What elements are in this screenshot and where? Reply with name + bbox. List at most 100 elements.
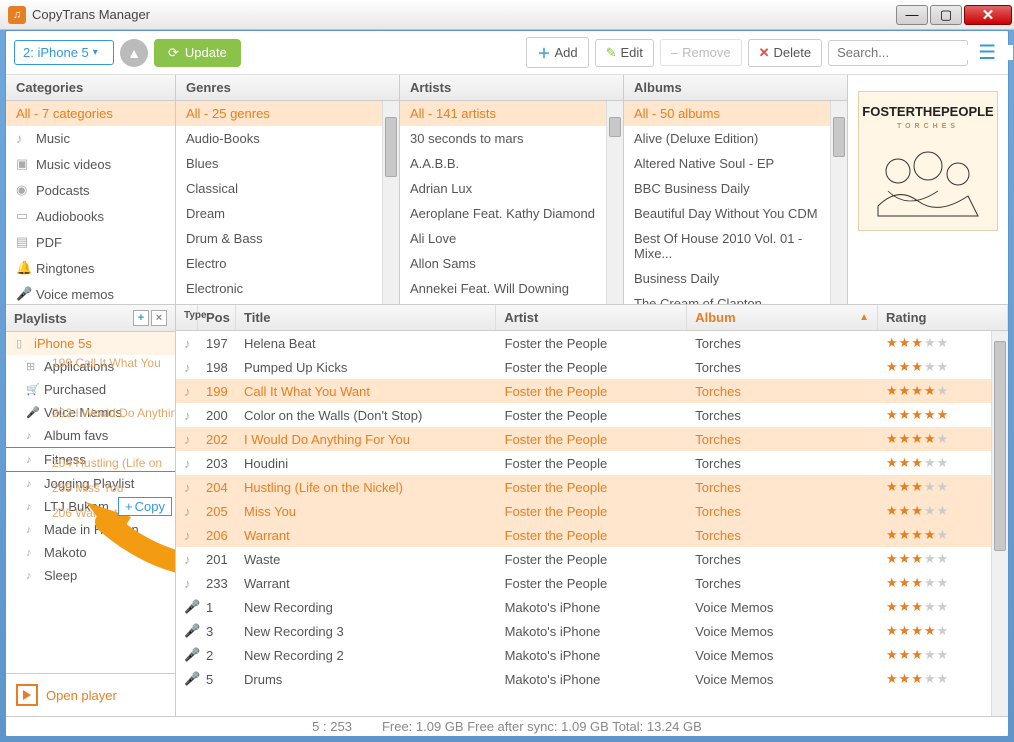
open-player-button[interactable]: Open player xyxy=(6,673,175,716)
table-row[interactable]: ♪197Helena BeatFoster the PeopleTorches★… xyxy=(176,331,1008,355)
track-rating[interactable]: ★★★★★ xyxy=(878,407,1008,423)
genres-list[interactable]: All - 25 genres Audio-Books Blues Classi… xyxy=(176,101,399,304)
table-row[interactable]: ♪198Pumped Up KicksFoster the PeopleTorc… xyxy=(176,355,1008,379)
track-rating[interactable]: ★★★★★ xyxy=(878,671,1008,687)
list-item[interactable]: Audio-Books xyxy=(176,126,399,151)
table-row[interactable]: ♪205Miss YouFoster the PeopleTorches★★★★… xyxy=(176,499,1008,523)
playlist-makoto[interactable]: ♪Makoto xyxy=(6,541,175,564)
track-rating[interactable]: ★★★★★ xyxy=(878,623,1008,639)
playlist-jogging[interactable]: ♪Jogging Playlist xyxy=(6,472,175,495)
albums-list[interactable]: All - 50 albums Alive (Deluxe Edition) A… xyxy=(624,101,847,304)
th-pos[interactable]: Pos xyxy=(198,305,236,330)
add-button[interactable]: ＋Add xyxy=(526,37,588,68)
track-rating[interactable]: ★★★★★ xyxy=(878,335,1008,351)
playlist-sleep[interactable]: ♪Sleep xyxy=(6,564,175,587)
table-row[interactable]: ♪233WarrantFoster the PeopleTorches★★★★★ xyxy=(176,571,1008,595)
track-rating[interactable]: ★★★★★ xyxy=(878,383,1008,399)
update-button[interactable]: ⟳ Update xyxy=(154,39,241,67)
list-item[interactable]: Business Daily xyxy=(624,266,847,291)
th-album[interactable]: Album▲ xyxy=(687,305,878,330)
track-rating[interactable]: ★★★★★ xyxy=(878,431,1008,447)
table-row[interactable]: ♪201WasteFoster the PeopleTorches★★★★★ xyxy=(176,547,1008,571)
category-music[interactable]: ♪Music xyxy=(6,126,175,151)
categories-list[interactable]: All - 7 categories ♪Music ▣Music videos … xyxy=(6,101,175,304)
category-ringtones[interactable]: 🔔Ringtones xyxy=(6,255,175,281)
th-title[interactable]: Title xyxy=(236,305,496,330)
table-row[interactable]: ♪199Call It What You WantFoster the Peop… xyxy=(176,379,1008,403)
category-voice-memos[interactable]: 🎤Voice memos xyxy=(6,281,175,304)
tracks-list[interactable]: ♪197Helena BeatFoster the PeopleTorches★… xyxy=(176,331,1008,716)
list-item[interactable]: Altered Native Soul - EP xyxy=(624,151,847,176)
edit-button[interactable]: ✎Edit xyxy=(595,39,654,67)
table-row[interactable]: ♪202I Would Do Anything For YouFoster th… xyxy=(176,427,1008,451)
eject-button[interactable]: ▲ xyxy=(120,39,148,67)
scrollbar[interactable] xyxy=(382,101,399,304)
th-rating[interactable]: Rating xyxy=(878,305,1008,330)
list-item[interactable]: Annekei Feat. Will Downing xyxy=(400,276,623,301)
artist-all[interactable]: All - 141 artists xyxy=(400,101,623,126)
list-item[interactable]: Allon Sams xyxy=(400,251,623,276)
table-row[interactable]: 🎤5DrumsMakoto's iPhoneVoice Memos★★★★★ xyxy=(176,667,1008,691)
track-rating[interactable]: ★★★★★ xyxy=(878,527,1008,543)
playlist-made-in-heaven[interactable]: ♪Made in Heaven xyxy=(6,518,175,541)
track-rating[interactable]: ★★★★★ xyxy=(878,503,1008,519)
category-all[interactable]: All - 7 categories xyxy=(6,101,175,126)
list-item[interactable]: Ali Love xyxy=(400,226,623,251)
track-rating[interactable]: ★★★★★ xyxy=(878,551,1008,567)
playlist-voice-memos[interactable]: 🎤Voice Memos xyxy=(6,401,175,424)
playlist-root[interactable]: ▯iPhone 5s xyxy=(6,332,175,355)
minimize-button[interactable]: — xyxy=(896,5,928,25)
list-item[interactable]: Dream xyxy=(176,201,399,226)
list-item[interactable]: Electro xyxy=(176,251,399,276)
device-dropdown[interactable]: 2: iPhone 5 ▾ xyxy=(14,40,114,65)
list-item[interactable]: Alive (Deluxe Edition) xyxy=(624,126,847,151)
scrollbar[interactable] xyxy=(830,101,847,304)
playlists-list[interactable]: ▯iPhone 5s ⊞Applications 🛒Purchased 🎤Voi… xyxy=(6,332,175,673)
scrollbar[interactable] xyxy=(606,101,623,304)
table-row[interactable]: ♪206WarrantFoster the PeopleTorches★★★★★ xyxy=(176,523,1008,547)
delete-playlist-button[interactable]: × xyxy=(151,310,167,326)
track-rating[interactable]: ★★★★★ xyxy=(878,599,1008,615)
menu-button[interactable]: ☰ xyxy=(974,40,1000,65)
list-item[interactable]: A.A.B.B. xyxy=(400,151,623,176)
list-item[interactable]: 30 seconds to mars xyxy=(400,126,623,151)
th-artist[interactable]: Artist xyxy=(496,305,687,330)
category-podcasts[interactable]: ◉Podcasts xyxy=(6,177,175,203)
list-item[interactable]: Classical xyxy=(176,176,399,201)
list-item[interactable]: Best Of House 2010 Vol. 01 - Mixe... xyxy=(624,226,847,266)
table-row[interactable]: ♪200Color on the Walls (Don't Stop)Foste… xyxy=(176,403,1008,427)
list-item[interactable]: BBC Business Daily xyxy=(624,176,847,201)
table-row[interactable]: 🎤2New Recording 2Makoto's iPhoneVoice Me… xyxy=(176,643,1008,667)
list-item[interactable]: Beautiful Day Without You CDM xyxy=(624,201,847,226)
scrollbar[interactable] xyxy=(991,331,1008,716)
close-button[interactable]: ✕ xyxy=(964,5,1012,25)
table-row[interactable]: ♪204Hustling (Life on the Nickel)Foster … xyxy=(176,475,1008,499)
artists-list[interactable]: All - 141 artists 30 seconds to mars A.A… xyxy=(400,101,623,304)
album-all[interactable]: All - 50 albums xyxy=(624,101,847,126)
track-rating[interactable]: ★★★★★ xyxy=(878,359,1008,375)
category-music-videos[interactable]: ▣Music videos xyxy=(6,151,175,177)
table-row[interactable]: 🎤3New Recording 3Makoto's iPhoneVoice Me… xyxy=(176,619,1008,643)
add-playlist-button[interactable]: + xyxy=(133,310,149,326)
track-rating[interactable]: ★★★★★ xyxy=(878,479,1008,495)
list-item[interactable]: Electronic xyxy=(176,276,399,301)
delete-button[interactable]: ✕Delete xyxy=(748,39,822,67)
list-item[interactable]: The Cream of Clapton xyxy=(624,291,847,304)
table-row[interactable]: 🎤1New RecordingMakoto's iPhoneVoice Memo… xyxy=(176,595,1008,619)
track-rating[interactable]: ★★★★★ xyxy=(878,455,1008,471)
search-box[interactable]: 🔍 xyxy=(828,40,968,66)
th-type[interactable]: Type xyxy=(176,305,198,330)
playlist-applications[interactable]: ⊞Applications xyxy=(6,355,175,378)
category-audiobooks[interactable]: ▭Audiobooks xyxy=(6,203,175,229)
playlist-album-favs[interactable]: ♪Album favs xyxy=(6,424,175,447)
list-item[interactable]: Adrian Lux xyxy=(400,176,623,201)
maximize-button[interactable]: ▢ xyxy=(930,5,962,25)
playlist-fitness[interactable]: ♪Fitness xyxy=(6,447,175,472)
list-item[interactable]: Aeroplane Feat. Kathy Diamond xyxy=(400,201,623,226)
table-row[interactable]: ♪203HoudiniFoster the PeopleTorches★★★★★ xyxy=(176,451,1008,475)
track-rating[interactable]: ★★★★★ xyxy=(878,575,1008,591)
track-rating[interactable]: ★★★★★ xyxy=(878,647,1008,663)
list-item[interactable]: Drum & Bass xyxy=(176,226,399,251)
list-item[interactable]: Blues xyxy=(176,151,399,176)
playlist-purchased[interactable]: 🛒Purchased xyxy=(6,378,175,401)
